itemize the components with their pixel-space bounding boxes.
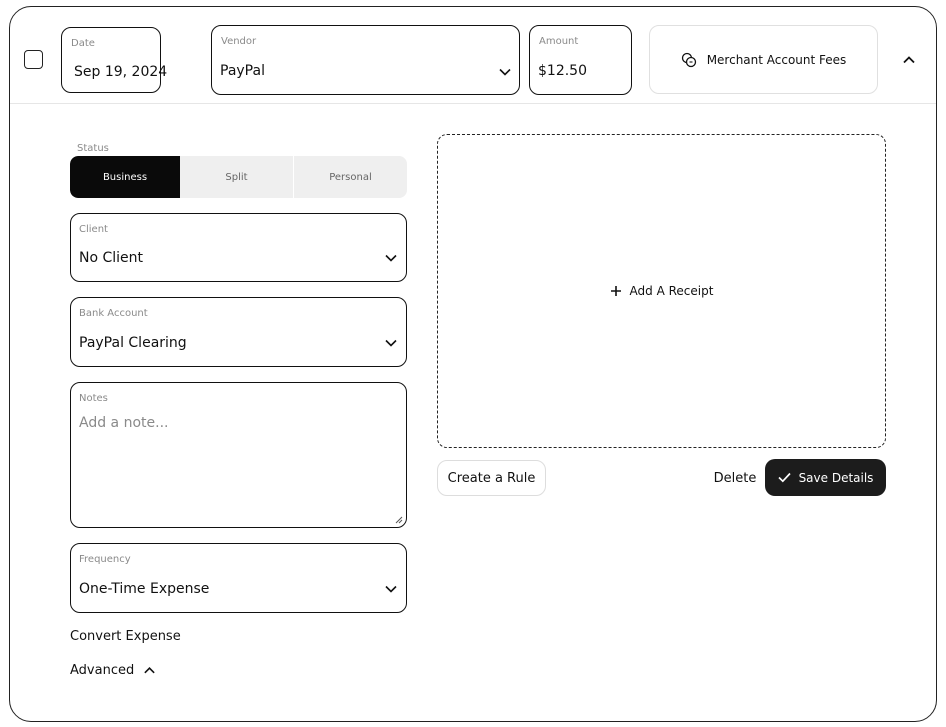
chevron-down-icon bbox=[385, 339, 397, 347]
header-divider bbox=[10, 103, 936, 104]
advanced-toggle[interactable]: Advanced bbox=[70, 663, 156, 678]
select-checkbox[interactable] bbox=[24, 50, 43, 69]
client-label: Client bbox=[79, 224, 108, 235]
coins-icon bbox=[681, 52, 696, 67]
create-rule-button[interactable]: Create a Rule bbox=[437, 460, 546, 496]
client-select[interactable]: Client No Client bbox=[70, 213, 407, 282]
client-value: No Client bbox=[79, 250, 144, 266]
convert-expense-link[interactable]: Convert Expense bbox=[70, 629, 181, 644]
check-icon bbox=[777, 472, 791, 483]
status-option-business[interactable]: Business bbox=[70, 156, 180, 198]
save-details-button[interactable]: Save Details bbox=[765, 459, 886, 496]
frequency-select[interactable]: Frequency One-Time Expense bbox=[70, 543, 407, 613]
status-label: Status bbox=[77, 143, 109, 154]
vendor-label: Vendor bbox=[221, 36, 257, 47]
resize-handle-icon[interactable] bbox=[393, 514, 403, 524]
bank-account-select[interactable]: Bank Account PayPal Clearing bbox=[70, 297, 407, 367]
status-option-personal[interactable]: Personal bbox=[294, 156, 407, 198]
vendor-value: PayPal bbox=[220, 63, 265, 79]
frequency-value: One-Time Expense bbox=[79, 581, 210, 597]
category-label: Merchant Account Fees bbox=[706, 52, 847, 67]
date-value: Sep 19, 2024 bbox=[74, 64, 168, 80]
bank-account-label: Bank Account bbox=[79, 308, 148, 319]
collapse-button[interactable] bbox=[899, 50, 919, 70]
notes-textarea[interactable]: Notes Add a note... bbox=[70, 382, 407, 528]
status-segmented-control: Business Split Personal bbox=[70, 156, 407, 198]
status-option-split[interactable]: Split bbox=[180, 156, 294, 198]
chevron-down-icon bbox=[385, 585, 397, 593]
advanced-label: Advanced bbox=[70, 663, 135, 678]
add-receipt-label: Add A Receipt bbox=[629, 284, 714, 298]
amount-field[interactable]: Amount $12.50 bbox=[529, 25, 632, 95]
category-button[interactable]: Merchant Account Fees bbox=[649, 25, 878, 94]
date-field[interactable]: Date Sep 19, 2024 bbox=[61, 27, 167, 93]
chevron-down-icon bbox=[499, 68, 511, 76]
frequency-label: Frequency bbox=[79, 554, 131, 565]
chevron-down-icon bbox=[385, 254, 397, 262]
notes-placeholder: Add a note... bbox=[79, 415, 169, 431]
date-label: Date bbox=[71, 38, 95, 49]
notes-label: Notes bbox=[79, 393, 108, 404]
chevron-up-icon bbox=[144, 667, 155, 674]
amount-value: $12.50 bbox=[538, 63, 587, 79]
save-details-label: Save Details bbox=[798, 470, 874, 485]
vendor-select[interactable]: Vendor PayPal bbox=[211, 25, 520, 95]
add-receipt-dropzone[interactable]: Add A Receipt bbox=[437, 134, 886, 448]
bank-account-value: PayPal Clearing bbox=[79, 335, 187, 351]
delete-button[interactable]: Delete bbox=[712, 460, 758, 496]
chevron-up-icon bbox=[903, 56, 915, 64]
amount-label: Amount bbox=[539, 36, 579, 47]
plus-icon bbox=[610, 286, 621, 296]
